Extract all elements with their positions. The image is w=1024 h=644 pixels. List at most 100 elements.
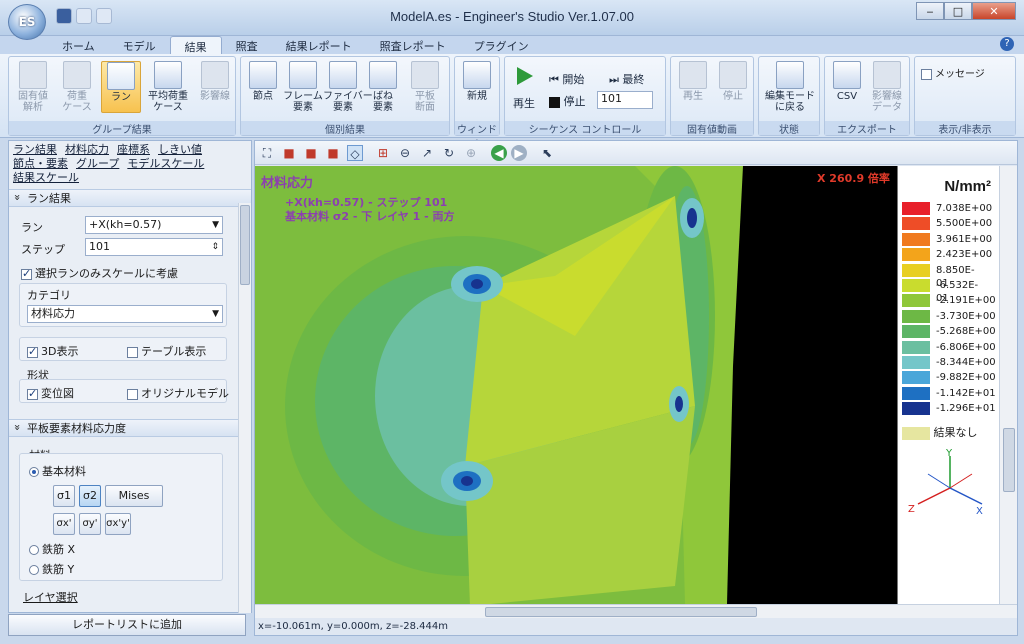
mises-button[interactable]: Mises xyxy=(105,485,163,507)
influence-data-button[interactable]: 影響線 データ xyxy=(867,61,907,113)
forward-icon[interactable]: ▶ xyxy=(511,145,527,161)
section-plate-stress[interactable]: 平板要素材料応力度 xyxy=(9,419,239,437)
app-menu-orb[interactable]: ES xyxy=(8,4,46,40)
fiber-element-button[interactable]: ファイバー 要素 xyxy=(323,61,373,113)
displacement-checkbox[interactable]: 変位図 xyxy=(27,385,74,401)
zoom-window-icon[interactable]: ⊞ xyxy=(375,145,391,161)
tab-check-report[interactable]: 照査レポート xyxy=(366,36,460,54)
viewer-hscrollbar-thumb[interactable] xyxy=(485,607,757,617)
eigen-play-button[interactable]: 再生 xyxy=(673,61,713,102)
panel-scrollbar[interactable] xyxy=(238,203,251,613)
group-export-label: エクスポート xyxy=(825,121,909,136)
eigen-analysis-button[interactable]: 固有値 解析 xyxy=(13,61,53,113)
start-button[interactable]: ⏮ 開始 xyxy=(549,71,584,87)
minimize-button[interactable]: ‒ xyxy=(916,2,944,20)
viewer-vscrollbar-thumb[interactable] xyxy=(1003,428,1015,492)
run-button[interactable]: ラン xyxy=(101,61,141,113)
group-export: CSV 影響線 データ エクスポート xyxy=(824,56,910,136)
view-3d-checkbox[interactable]: 3D表示 xyxy=(27,343,78,359)
select-pointer-icon[interactable]: ⬉ xyxy=(539,145,555,161)
zoom-icon[interactable]: ⊖ xyxy=(397,145,413,161)
base-material-radio[interactable]: 基本材料 xyxy=(29,463,86,479)
eigen-stop-button[interactable]: 停止 xyxy=(713,61,753,102)
influence-line-button[interactable]: 影響線 xyxy=(195,61,235,102)
link-coordinate[interactable]: 座標系 xyxy=(117,143,150,156)
chevron-down-icon: ▼ xyxy=(212,220,219,230)
tab-result-report[interactable]: 結果レポート xyxy=(272,36,366,54)
scale-checkbox[interactable]: 選択ランのみスケールに考慮 xyxy=(21,265,178,281)
stop-button[interactable]: 停止 xyxy=(549,93,586,109)
average-load-case-button[interactable]: 平均荷重 ケース xyxy=(145,61,191,113)
csv-icon xyxy=(833,61,861,89)
link-material-stress[interactable]: 材料応力 xyxy=(65,143,109,156)
category-select[interactable]: 材料応力 ▼ xyxy=(27,305,223,323)
panel-scrollbar-thumb[interactable] xyxy=(240,205,250,285)
play-label[interactable]: 再生 xyxy=(513,95,535,111)
add-report-button[interactable]: レポートリストに追加 xyxy=(8,614,246,636)
message-checkbox[interactable]: メッセージ xyxy=(921,65,985,80)
group-state-label: 状態 xyxy=(759,121,819,136)
legend-swatch xyxy=(902,248,930,262)
iso-view-icon[interactable]: ◇ xyxy=(347,145,363,161)
arrow-icon[interactable]: ↗ xyxy=(419,145,435,161)
play-icon[interactable] xyxy=(517,67,533,85)
viewer-hscrollbar[interactable] xyxy=(255,604,1017,618)
last-button[interactable]: ⏭ 最終 xyxy=(609,71,644,87)
load-case-button[interactable]: 荷重 ケース xyxy=(57,61,97,113)
tab-model[interactable]: モデル xyxy=(109,36,170,54)
legend-label: 5.500E+00 xyxy=(936,218,993,230)
tab-result[interactable]: 結果 xyxy=(169,36,222,54)
close-button[interactable]: ✕ xyxy=(972,2,1016,20)
stress-legend: N/mm² 7.038E+00 5.500E+00 3.961E+00 2.423E+… xyxy=(897,166,999,604)
maximize-button[interactable]: □ xyxy=(944,2,972,20)
legend-swatch xyxy=(902,263,930,277)
original-model-checkbox[interactable]: オリジナルモデル xyxy=(127,385,229,401)
node-button[interactable]: 節点 xyxy=(243,61,283,102)
rotate-icon[interactable]: ↻ xyxy=(441,145,457,161)
help-icon[interactable]: ? xyxy=(1000,37,1014,51)
link-run-result[interactable]: ラン結果 xyxy=(13,143,57,156)
cube-side-icon[interactable]: ■ xyxy=(303,145,319,161)
sequence-step-input[interactable]: 101 xyxy=(597,91,653,109)
step-stepper[interactable]: 101 ⇕ xyxy=(85,238,223,256)
cube-front-icon[interactable]: ■ xyxy=(281,145,297,161)
sigma2-button[interactable]: σ2 xyxy=(79,485,101,507)
axis-label-x: X xyxy=(976,506,983,517)
link-group[interactable]: グループ xyxy=(76,157,119,170)
link-threshold[interactable]: しきい値 xyxy=(158,143,202,156)
edit-mode-button[interactable]: 編集モード に戻る xyxy=(763,61,817,113)
spring-element-button[interactable]: ばね 要素 xyxy=(363,61,403,113)
tab-home[interactable]: ホーム xyxy=(48,36,109,54)
panel-links: ラン結果 材料応力 座標系 しきい値 節点・要素 グループ モデルスケール 結果スケール xyxy=(9,141,251,187)
csv-button[interactable]: CSV xyxy=(827,61,867,102)
new-window-button[interactable]: 新規 xyxy=(457,61,497,102)
rebar-y-radio[interactable]: 鉄筋 Y xyxy=(29,561,74,577)
link-result-scale[interactable]: 結果スケール xyxy=(13,171,79,184)
ribbon: 固有値 解析 荷重 ケース ラン 平均荷重 ケース 影響線 グループ結果 節点 … xyxy=(0,54,1024,151)
section-run-result[interactable]: ラン結果 xyxy=(9,189,251,207)
run-select[interactable]: +X(kh=0.57) ▼ xyxy=(85,216,223,234)
cube-top-icon[interactable]: ■ xyxy=(325,145,341,161)
layer-select-link[interactable]: レイヤ選択 xyxy=(23,589,78,605)
frame-element-button[interactable]: フレーム 要素 xyxy=(283,61,323,113)
frame-element-icon xyxy=(289,61,317,89)
sigma1-button[interactable]: σ1 xyxy=(53,485,75,507)
sigma-x-button[interactable]: σx' xyxy=(53,513,75,535)
legend-label: 3.961E+00 xyxy=(936,233,993,245)
sigma-xy-button[interactable]: σx'y' xyxy=(105,513,131,535)
tab-check[interactable]: 照査 xyxy=(222,36,272,54)
tab-plugin[interactable]: プラグイン xyxy=(460,36,543,54)
contour-plot xyxy=(255,166,897,604)
influence-data-icon xyxy=(873,61,901,89)
rebar-x-radio[interactable]: 鉄筋 X xyxy=(29,541,75,557)
table-view-checkbox[interactable]: テーブル表示 xyxy=(127,343,206,359)
link-node-element[interactable]: 節点・要素 xyxy=(13,157,68,170)
back-icon[interactable]: ◀ xyxy=(491,145,507,161)
target-icon[interactable]: ⊕ xyxy=(463,145,479,161)
viewer-vscrollbar[interactable] xyxy=(999,166,1017,604)
sigma-y-button[interactable]: σy' xyxy=(79,513,101,535)
link-model-scale[interactable]: モデルスケール xyxy=(127,157,204,170)
stress-contour-canvas[interactable]: 材料応力 +X(kh=0.57) - ステップ 101 基本材料 σ2 - 下 … xyxy=(255,166,897,604)
fit-view-icon[interactable]: ⛶ xyxy=(259,145,275,161)
plate-section-button[interactable]: 平板 断面 xyxy=(405,61,445,113)
